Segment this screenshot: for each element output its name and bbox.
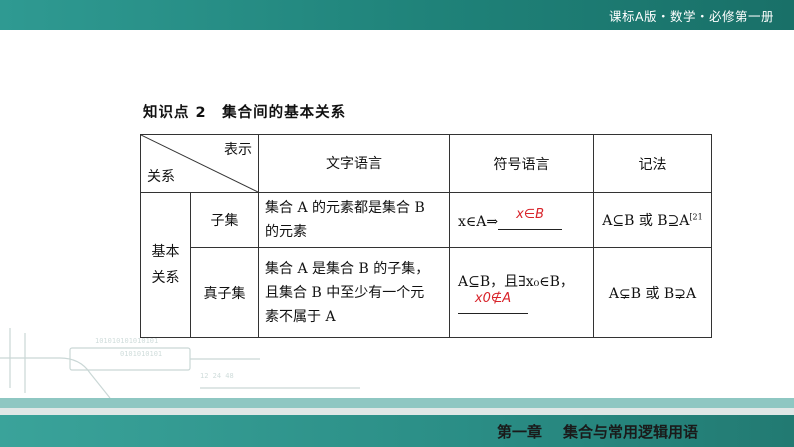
note-sup: [21 — [689, 212, 703, 222]
diag-bottom-label: 关系 — [147, 169, 175, 185]
fill-answer: x∈B — [516, 206, 545, 222]
table-header-row: 表示 关系 文字语言 符号语言 记法 — [140, 134, 712, 193]
footer-bar: 第一章 集合与常用逻辑用语 — [0, 398, 794, 447]
fill-answer: x0∉A — [474, 291, 512, 306]
row-type: 子集 — [190, 192, 259, 248]
note-text: A⊆B 或 B⊇A — [602, 213, 690, 229]
group-label-line-2: 关系 — [151, 270, 180, 286]
footer-stripe — [0, 408, 794, 415]
chapter-number: 第一章 — [497, 423, 543, 441]
svg-text:12 24 48: 12 24 48 — [200, 372, 234, 380]
row-desc: 集合 A 的元素都是集合 B 的元素 — [258, 192, 450, 248]
desc-line: 的元素 — [265, 224, 307, 240]
series-label: 课标A版・数学・必修第一册 — [608, 9, 774, 24]
svg-text:101010101010101: 101010101010101 — [95, 337, 158, 345]
symbol-line: A⊆B，且∃x₀∈B， — [458, 274, 574, 290]
diag-top-label: 表示 — [224, 142, 252, 158]
table-row: 基本 关系 子集 集合 A 的元素都是集合 B 的元素 x∈A⇒ x∈B A⊆B … — [140, 192, 712, 338]
row-symbol: A⊆B，且∃x₀∈B， x0∉A — [449, 247, 594, 338]
relation-table: 表示 关系 文字语言 符号语言 记法 基本 关系 子集 集合 A 的元素都是集合… — [140, 134, 712, 338]
col-header-note: 记法 — [593, 134, 712, 193]
svg-text:0101010101: 0101010101 — [120, 350, 162, 358]
col-header-text: 文字语言 — [258, 134, 450, 193]
footer-band: 第一章 集合与常用逻辑用语 — [0, 415, 794, 447]
desc-line: 集合 A 是集合 B 的子集， — [265, 260, 430, 277]
section-title: 知识点 2 集合间的基本关系 — [143, 105, 347, 121]
fill-blank: x0∉A — [458, 291, 528, 314]
row-note: A⊆B 或 B⊇A[21 — [593, 192, 712, 248]
row-note: A⊊B 或 B⊋A — [593, 247, 712, 338]
col-header-symbol: 符号语言 — [449, 134, 594, 193]
group-label-line-1: 基本 — [151, 244, 180, 260]
diagonal-header-cell: 表示 关系 — [140, 134, 259, 193]
group-label-cell: 基本 关系 — [140, 192, 191, 338]
fill-blank: x∈B — [498, 207, 563, 230]
desc-line: 集合 A 的元素都是集合 B — [265, 200, 425, 216]
header-bar: 课标A版・数学・必修第一册 — [0, 0, 794, 30]
chapter-title: 集合与常用逻辑用语 — [563, 423, 699, 441]
desc-line: 且集合 B 中至少有一个元 — [265, 284, 425, 301]
footer-stripe — [0, 398, 794, 408]
row-symbol: x∈A⇒ x∈B — [449, 192, 594, 248]
symbol-prefix: x∈A⇒ — [458, 213, 499, 230]
